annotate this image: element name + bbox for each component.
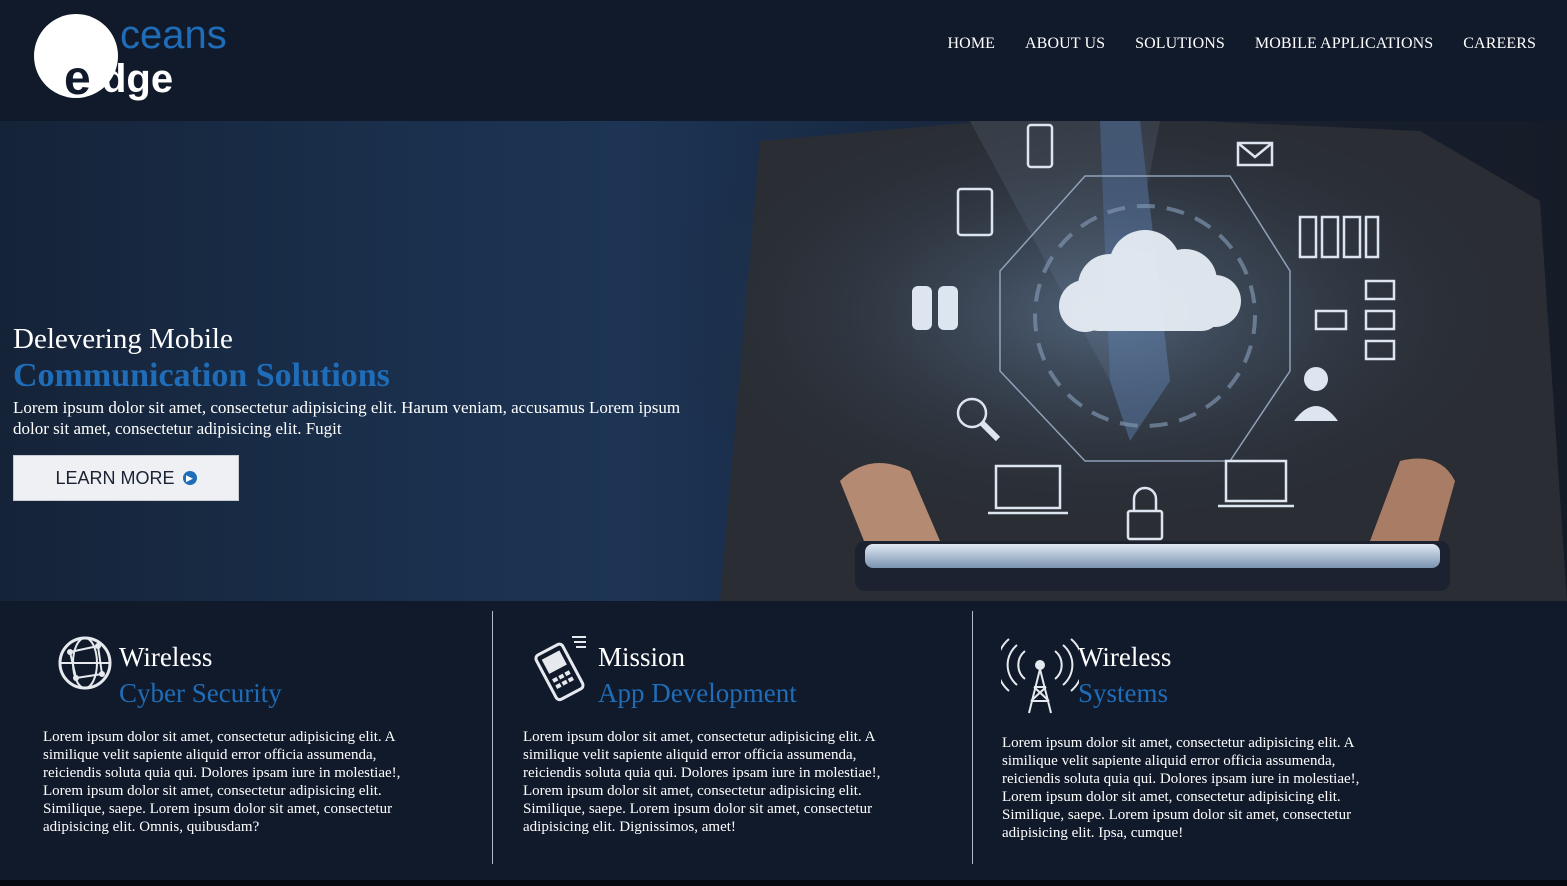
hero-heading-line2: Communication Solutions: [13, 357, 390, 394]
main-nav: HOME ABOUT US SOLUTIONS MOBILE APPLICATI…: [918, 35, 1536, 53]
logo-bottom-text: dge: [102, 57, 173, 101]
nav-item-about-us[interactable]: ABOUT US: [1025, 35, 1105, 53]
feature-subtitle: Cyber Security: [119, 678, 282, 708]
learn-more-label: LEARN MORE: [55, 467, 175, 488]
nav-item-careers[interactable]: CAREERS: [1463, 35, 1536, 53]
feature-title: Wireless: [119, 642, 213, 672]
nav-item-solutions[interactable]: SOLUTIONS: [1135, 35, 1225, 53]
mobile-phone-icon: [534, 636, 586, 702]
hero-text: Delevering Mobile Communication Solution…: [13, 321, 693, 439]
learn-more-button[interactable]: LEARN MORE ▶: [13, 455, 239, 501]
feature-description: Lorem ipsum dolor sit amet, consectetur …: [523, 729, 881, 835]
hero-image: [640, 121, 1567, 601]
feature-title: Mission: [598, 642, 686, 672]
antenna-tower-icon: [1001, 638, 1079, 714]
site-header: ceans e dge HOME ABOUT US SOLUTIONS MOBI…: [0, 0, 1567, 121]
feature-description: Lorem ipsum dolor sit amet, consectetur …: [1002, 735, 1360, 841]
feature-subtitle: App Development: [598, 678, 797, 708]
hero-banner: Delevering Mobile Communication Solution…: [0, 121, 1567, 601]
oceans-edge-logo[interactable]: ceans e dge: [28, 12, 248, 102]
feature-subtitle: Systems: [1078, 678, 1169, 708]
footer-strip: [0, 880, 1567, 886]
globe-network-icon: [58, 636, 112, 690]
logo-top-text: ceans: [120, 13, 227, 57]
hero-description: Lorem ipsum dolor sit amet, consectetur …: [13, 398, 681, 438]
features-section: Wireless Cyber Security Lorem ipsum dolo…: [0, 601, 1567, 880]
chevron-right-circle-icon: ▶: [182, 471, 197, 485]
feature-description: Lorem ipsum dolor sit amet, consectetur …: [43, 729, 401, 835]
hero-heading-line1: Delevering Mobile: [13, 323, 233, 355]
nav-item-home[interactable]: HOME: [948, 35, 996, 53]
logo-letter: e: [64, 52, 91, 102]
feature-title: Wireless: [1078, 642, 1172, 672]
nav-item-mobile-applications[interactable]: MOBILE APPLICATIONS: [1255, 35, 1433, 53]
feature-divider: [972, 611, 973, 864]
feature-divider: [492, 611, 493, 864]
